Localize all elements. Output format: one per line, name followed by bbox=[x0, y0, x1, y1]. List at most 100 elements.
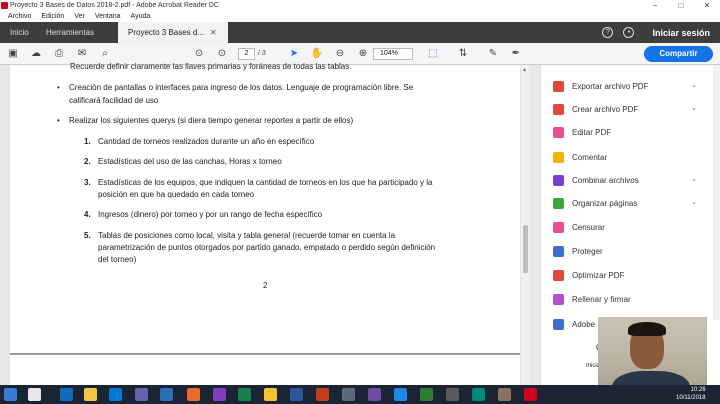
item-number: 2. bbox=[84, 157, 91, 166]
close-window-button[interactable]: ✕ bbox=[694, 0, 720, 11]
acrobat-app-icon bbox=[1, 2, 8, 9]
window-title: Proyecto 3 Bases de Datos 2018-2.pdf - A… bbox=[10, 2, 219, 9]
tool-label: Organizar páginas bbox=[572, 198, 638, 208]
windows-taskbar: 10:26 10/11/2018 bbox=[0, 385, 720, 404]
item-number: 1. bbox=[84, 137, 91, 146]
upload-icon[interactable]: ☁ bbox=[29, 47, 43, 61]
page-number-footer: 2 bbox=[263, 281, 268, 290]
print-icon[interactable]: ⎙ bbox=[52, 47, 66, 61]
item-number: 3. bbox=[84, 178, 91, 187]
search-icon[interactable]: ⌕ bbox=[98, 47, 112, 61]
optimize-pdf-icon bbox=[553, 269, 564, 281]
close-tab-icon[interactable]: ✕ bbox=[210, 28, 217, 37]
chrome-icon[interactable] bbox=[264, 388, 277, 401]
tool-label: Editar PDF bbox=[572, 127, 612, 137]
tool-adobe-sign[interactable]: Adobe bbox=[553, 317, 595, 331]
menu-bar: Archivo Edición Ver Ventana Ayuda bbox=[0, 11, 720, 22]
tool-protect[interactable]: Proteger bbox=[553, 244, 603, 258]
tool-combine-files[interactable]: Combinar archivos bbox=[553, 173, 639, 187]
app-icon[interactable] bbox=[420, 388, 433, 401]
tool-optimize-pdf[interactable]: Optimizar PDF bbox=[553, 268, 624, 282]
acrobat-taskbar-icon[interactable] bbox=[524, 388, 537, 401]
tab-bar: Inicio Herramientas Proyecto 3 Bases d..… bbox=[0, 22, 720, 43]
teams-icon[interactable] bbox=[135, 388, 148, 401]
file-explorer-icon[interactable] bbox=[84, 388, 97, 401]
app-icon[interactable] bbox=[238, 388, 251, 401]
email-icon[interactable]: ✉ bbox=[75, 47, 89, 61]
scroll-up-icon[interactable]: ▲ bbox=[522, 67, 527, 73]
tool-redact[interactable]: Censurar bbox=[553, 220, 605, 234]
minimize-button[interactable]: – bbox=[642, 0, 668, 11]
store-icon[interactable] bbox=[109, 388, 122, 401]
app-icon[interactable] bbox=[342, 388, 355, 401]
page-number-input[interactable]: 2 bbox=[238, 48, 255, 60]
doc-line: Cantidad de torneos realizados durante u… bbox=[98, 137, 315, 146]
tab-tools[interactable]: Herramientas bbox=[36, 22, 104, 43]
view-mode-icon[interactable]: ⬚ bbox=[426, 47, 440, 61]
app-icon[interactable] bbox=[446, 388, 459, 401]
select-cursor-icon[interactable]: ➤ bbox=[287, 47, 301, 61]
sign-icon[interactable]: ✒ bbox=[509, 47, 523, 61]
doc-line: Recuerde definir claramente las llaves p… bbox=[70, 62, 352, 71]
zoom-in-icon[interactable]: ⊕ bbox=[356, 47, 370, 61]
chevron-down-icon[interactable]: ⌄ bbox=[691, 104, 697, 112]
app-icon[interactable] bbox=[498, 388, 511, 401]
app-icon[interactable] bbox=[160, 388, 173, 401]
taskbar-clock[interactable]: 10:26 10/11/2018 bbox=[676, 386, 706, 402]
start-icon[interactable] bbox=[4, 388, 17, 401]
export-pdf-icon bbox=[553, 80, 564, 92]
clock-date: 10/11/2018 bbox=[676, 395, 706, 401]
doc-line: Estadísticas de los equipos, que indique… bbox=[98, 178, 433, 187]
tools-panel-scrollbar[interactable] bbox=[713, 65, 720, 320]
share-button[interactable]: Compartir bbox=[644, 46, 713, 62]
visual-studio-icon[interactable] bbox=[213, 388, 226, 401]
notifications-icon[interactable]: • bbox=[623, 27, 635, 38]
scrollbar-thumb[interactable] bbox=[523, 225, 528, 273]
app-icon[interactable] bbox=[394, 388, 407, 401]
next-page-icon[interactable]: ⊙ bbox=[215, 47, 229, 61]
maximize-button[interactable]: □ bbox=[668, 0, 694, 11]
scroll-mode-icon[interactable]: ⇅ bbox=[456, 47, 470, 61]
previous-page-icon[interactable]: ⊙ bbox=[192, 47, 206, 61]
chevron-down-icon[interactable]: ⌄ bbox=[691, 175, 697, 183]
menu-ver[interactable]: Ver bbox=[69, 11, 90, 22]
save-icon[interactable]: ▣ bbox=[6, 47, 20, 61]
app-icon[interactable] bbox=[187, 388, 200, 401]
clock-time: 10:26 bbox=[690, 387, 706, 393]
menu-edicion[interactable]: Edición bbox=[36, 11, 69, 22]
help-icon[interactable]: ? bbox=[602, 27, 614, 38]
document-scrollbar[interactable]: ▲ bbox=[521, 65, 530, 385]
powerpoint-icon[interactable] bbox=[316, 388, 329, 401]
tab-document[interactable]: Proyecto 3 Bases d... ✕ bbox=[118, 22, 228, 43]
menu-archivo[interactable]: Archivo bbox=[3, 11, 36, 22]
menu-ventana[interactable]: Ventana bbox=[90, 11, 126, 22]
sign-in-link[interactable]: Iniciar sesión bbox=[652, 28, 710, 38]
edge-icon[interactable] bbox=[60, 388, 73, 401]
chevron-down-icon[interactable]: ⌄ bbox=[691, 81, 697, 89]
document-viewer[interactable]: Recuerde definir claramente las llaves p… bbox=[0, 62, 530, 385]
tool-organize-pages[interactable]: Organizar páginas bbox=[553, 196, 637, 210]
word-icon[interactable] bbox=[290, 388, 303, 401]
app-icon[interactable] bbox=[368, 388, 381, 401]
tool-fill-sign[interactable]: Rellenar y firmar bbox=[553, 292, 631, 306]
tool-label: Censurar bbox=[572, 222, 605, 232]
tool-create-pdf[interactable]: Crear archivo PDF bbox=[553, 102, 638, 116]
task-view-icon[interactable] bbox=[28, 388, 41, 401]
adobe-sign-icon bbox=[553, 318, 564, 330]
tool-comment[interactable]: Comentar bbox=[553, 150, 607, 164]
comment-icon[interactable]: ✎ bbox=[486, 47, 500, 61]
window-controls: – □ ✕ bbox=[642, 0, 720, 11]
tool-label: Adobe bbox=[572, 319, 596, 329]
app-icon[interactable] bbox=[472, 388, 485, 401]
combine-files-icon bbox=[553, 174, 564, 186]
tab-home[interactable]: Inicio bbox=[0, 22, 39, 43]
chevron-down-icon[interactable]: ⌄ bbox=[691, 198, 697, 206]
tool-export-pdf[interactable]: Exportar archivo PDF bbox=[553, 79, 648, 93]
zoom-level-select[interactable]: 104% bbox=[373, 48, 413, 60]
tool-edit-pdf[interactable]: Editar PDF bbox=[553, 125, 611, 139]
menu-ayuda[interactable]: Ayuda bbox=[126, 11, 156, 22]
hand-tool-icon[interactable]: ✋ bbox=[310, 47, 324, 61]
item-number: 4. bbox=[84, 210, 91, 219]
create-pdf-icon bbox=[553, 103, 564, 115]
zoom-out-icon[interactable]: ⊖ bbox=[333, 47, 347, 61]
